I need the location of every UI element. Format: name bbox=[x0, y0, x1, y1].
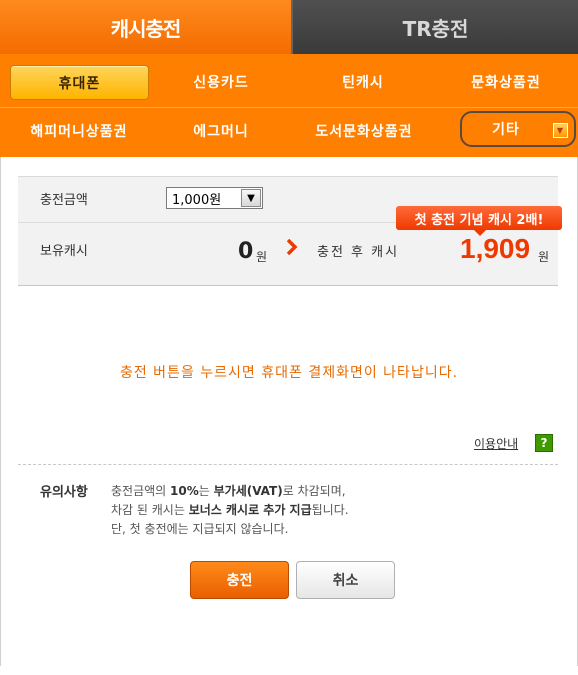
method-row-divider bbox=[0, 107, 578, 108]
top-tabs: 캐시충전 TR충전 bbox=[0, 0, 578, 54]
method-other-dropdown[interactable]: 기타 ▼ bbox=[460, 111, 576, 147]
caution-title: 유의사항 bbox=[40, 485, 88, 500]
promo-badge: 첫 충전 기념 캐시 2배! bbox=[396, 206, 562, 230]
amount-label: 충전금액 bbox=[40, 193, 88, 208]
after-charge-value: 1,909 bbox=[460, 233, 531, 264]
dashed-divider bbox=[18, 464, 558, 465]
caution-text: 는 bbox=[198, 484, 214, 498]
caution-text: 됩니다. bbox=[311, 503, 349, 517]
method-mobile-button[interactable]: 휴대폰 bbox=[10, 65, 149, 100]
frame-border-left bbox=[0, 157, 1, 666]
method-eggmoney-button[interactable]: 에그머니 bbox=[163, 114, 279, 147]
owned-cash-unit: 원 bbox=[256, 250, 268, 264]
caution-text: 차감 된 캐시는 bbox=[111, 503, 189, 517]
caution-emphasis: 10% bbox=[170, 484, 199, 498]
dropdown-arrow-icon: ▼ bbox=[553, 123, 568, 138]
caution-emphasis: 보너스 캐시로 추가 지급 bbox=[188, 503, 312, 517]
after-charge-unit: 원 bbox=[538, 250, 550, 264]
arrow-right-icon bbox=[286, 238, 298, 256]
method-other-label: 기타 bbox=[492, 122, 520, 138]
caution-text: 충전금액의 bbox=[111, 484, 171, 498]
help-icon[interactable]: ? bbox=[535, 434, 553, 452]
method-book-gift-button[interactable]: 도서문화상품권 bbox=[296, 114, 432, 147]
tab-cash-charge[interactable]: 캐시충전 bbox=[0, 0, 291, 54]
guide-link[interactable]: 이용안내 bbox=[474, 435, 518, 452]
caution-line-3: 단, 첫 충전에는 지급되지 않습니다. bbox=[111, 522, 289, 536]
amount-select[interactable]: 1,000원 ▼ bbox=[166, 187, 263, 209]
method-happymoney-button[interactable]: 해피머니상품권 bbox=[12, 114, 146, 147]
caution-text: 로 차감되며, bbox=[282, 484, 346, 498]
cancel-button[interactable]: 취소 bbox=[296, 561, 395, 599]
caution-emphasis: 부가세(VAT) bbox=[213, 484, 283, 498]
tab-tr-charge[interactable]: TR충전 bbox=[291, 0, 578, 54]
method-culture-gift-button[interactable]: 문화상품권 bbox=[446, 65, 566, 98]
after-charge-label: 충전 후 캐시 bbox=[317, 245, 400, 260]
method-teen-cash-button[interactable]: 틴캐시 bbox=[300, 65, 426, 98]
charge-notice: 충전 버튼을 누르시면 휴대폰 결제화면이 나타납니다. bbox=[119, 365, 459, 381]
charge-button[interactable]: 충전 bbox=[190, 561, 289, 599]
chevron-down-icon[interactable]: ▼ bbox=[241, 189, 261, 207]
owned-cash-value: 0 bbox=[238, 239, 254, 264]
owned-cash-label: 보유캐시 bbox=[40, 244, 88, 259]
caution-line-1: 충전금액의 10%는 부가세(VAT)로 차감되며, bbox=[111, 482, 346, 499]
amount-select-value: 1,000원 bbox=[172, 192, 222, 208]
method-credit-card-button[interactable]: 신용카드 bbox=[163, 65, 279, 98]
caution-line-2: 차감 된 캐시는 보너스 캐시로 추가 지급됩니다. bbox=[111, 501, 349, 518]
